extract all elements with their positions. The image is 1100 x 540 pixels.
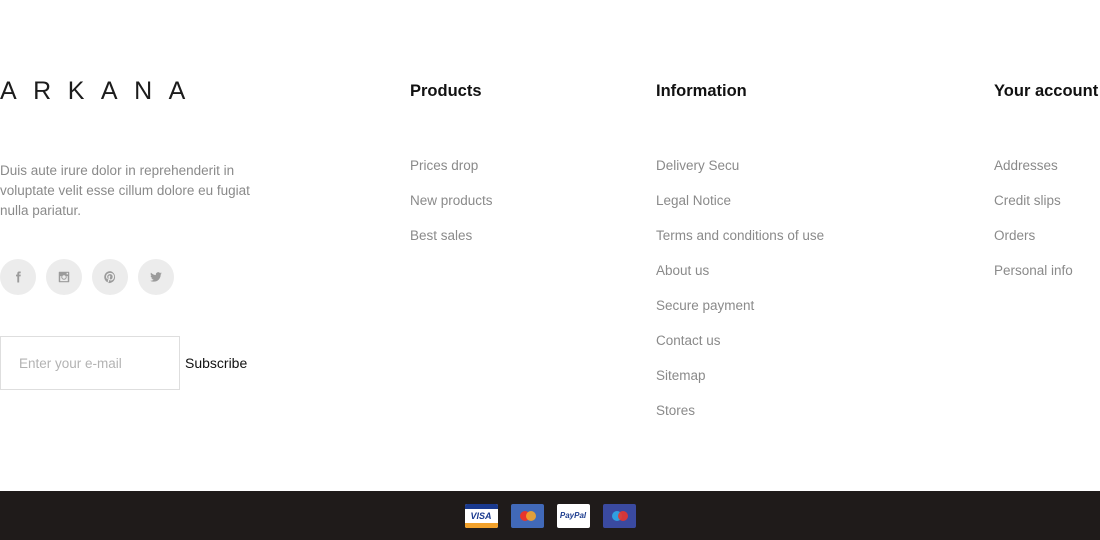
maestro-red-circle [617, 510, 628, 521]
list-item: Best sales [410, 226, 493, 261]
list-item: Legal Notice [656, 191, 824, 226]
subscribe-button[interactable]: Subscribe [185, 355, 247, 371]
link-stores[interactable]: Stores [656, 403, 695, 418]
paypal-icon: PayPal [556, 503, 590, 528]
list-item: Terms and conditions of use [656, 226, 824, 261]
list-item: Sitemap [656, 366, 824, 401]
footer: ARKANA Duis aute irure dolor in reprehen… [0, 0, 1100, 491]
link-delivery[interactable]: Delivery Secu [656, 158, 739, 173]
information-links: Delivery Secu Legal Notice Terms and con… [656, 156, 824, 436]
link-legal-notice[interactable]: Legal Notice [656, 193, 731, 208]
facebook-icon [16, 271, 21, 283]
visa-stripe-top [464, 503, 498, 509]
link-best-sales[interactable]: Best sales [410, 228, 472, 243]
link-terms[interactable]: Terms and conditions of use [656, 228, 824, 243]
twitter-icon [150, 272, 162, 282]
link-contact-us[interactable]: Contact us [656, 333, 721, 348]
list-item: Secure payment [656, 296, 824, 331]
maestro-icon [602, 503, 636, 528]
visa-stripe-bottom [464, 522, 498, 528]
instagram-link[interactable] [46, 259, 82, 295]
link-personal-info[interactable]: Personal info [994, 263, 1073, 278]
list-item: About us [656, 261, 824, 296]
link-addresses[interactable]: Addresses [994, 158, 1058, 173]
list-item: New products [410, 191, 493, 226]
link-about-us[interactable]: About us [656, 263, 709, 278]
products-heading: Products [410, 82, 482, 100]
mastercard-orange-circle [525, 510, 536, 521]
list-item: Contact us [656, 331, 824, 366]
mastercard-icon [510, 503, 544, 528]
information-heading: Information [656, 82, 747, 100]
twitter-link[interactable] [138, 259, 174, 295]
email-input[interactable] [0, 336, 180, 390]
link-orders[interactable]: Orders [994, 228, 1035, 243]
pinterest-link[interactable] [92, 259, 128, 295]
link-credit-slips[interactable]: Credit slips [994, 193, 1061, 208]
link-prices-drop[interactable]: Prices drop [410, 158, 478, 173]
paypal-label: PayPal [559, 510, 587, 520]
list-item: Prices drop [410, 156, 493, 191]
account-heading: Your account [994, 82, 1099, 100]
link-secure-payment[interactable]: Secure payment [656, 298, 754, 313]
newsletter-form: Subscribe [0, 336, 247, 390]
visa-icon: VISA [464, 503, 498, 528]
list-item: Personal info [994, 261, 1098, 296]
account-column: Your account Addresses Credit slips Orde… [994, 81, 1098, 296]
list-item: Addresses [994, 156, 1098, 191]
account-links: Addresses Credit slips Orders Personal i… [994, 156, 1098, 296]
payment-bar: VISA PayPal [0, 491, 1100, 540]
instagram-icon [58, 271, 70, 283]
pinterest-icon [104, 271, 116, 284]
list-item: Stores [656, 401, 824, 436]
brand-description: Duis aute irure dolor in reprehenderit i… [0, 163, 250, 218]
information-column: Information Delivery Secu Legal Notice T… [656, 81, 824, 436]
facebook-link[interactable] [0, 259, 36, 295]
social-links [0, 259, 174, 295]
list-item: Delivery Secu [656, 156, 824, 191]
products-links: Prices drop New products Best sales [410, 156, 493, 261]
visa-label: VISA [470, 510, 492, 521]
brand-logo[interactable]: ARKANA [0, 78, 202, 104]
products-column: Products Prices drop New products Best s… [410, 81, 493, 261]
list-item: Orders [994, 226, 1098, 261]
list-item: Credit slips [994, 191, 1098, 226]
link-new-products[interactable]: New products [410, 193, 493, 208]
link-sitemap[interactable]: Sitemap [656, 368, 706, 383]
